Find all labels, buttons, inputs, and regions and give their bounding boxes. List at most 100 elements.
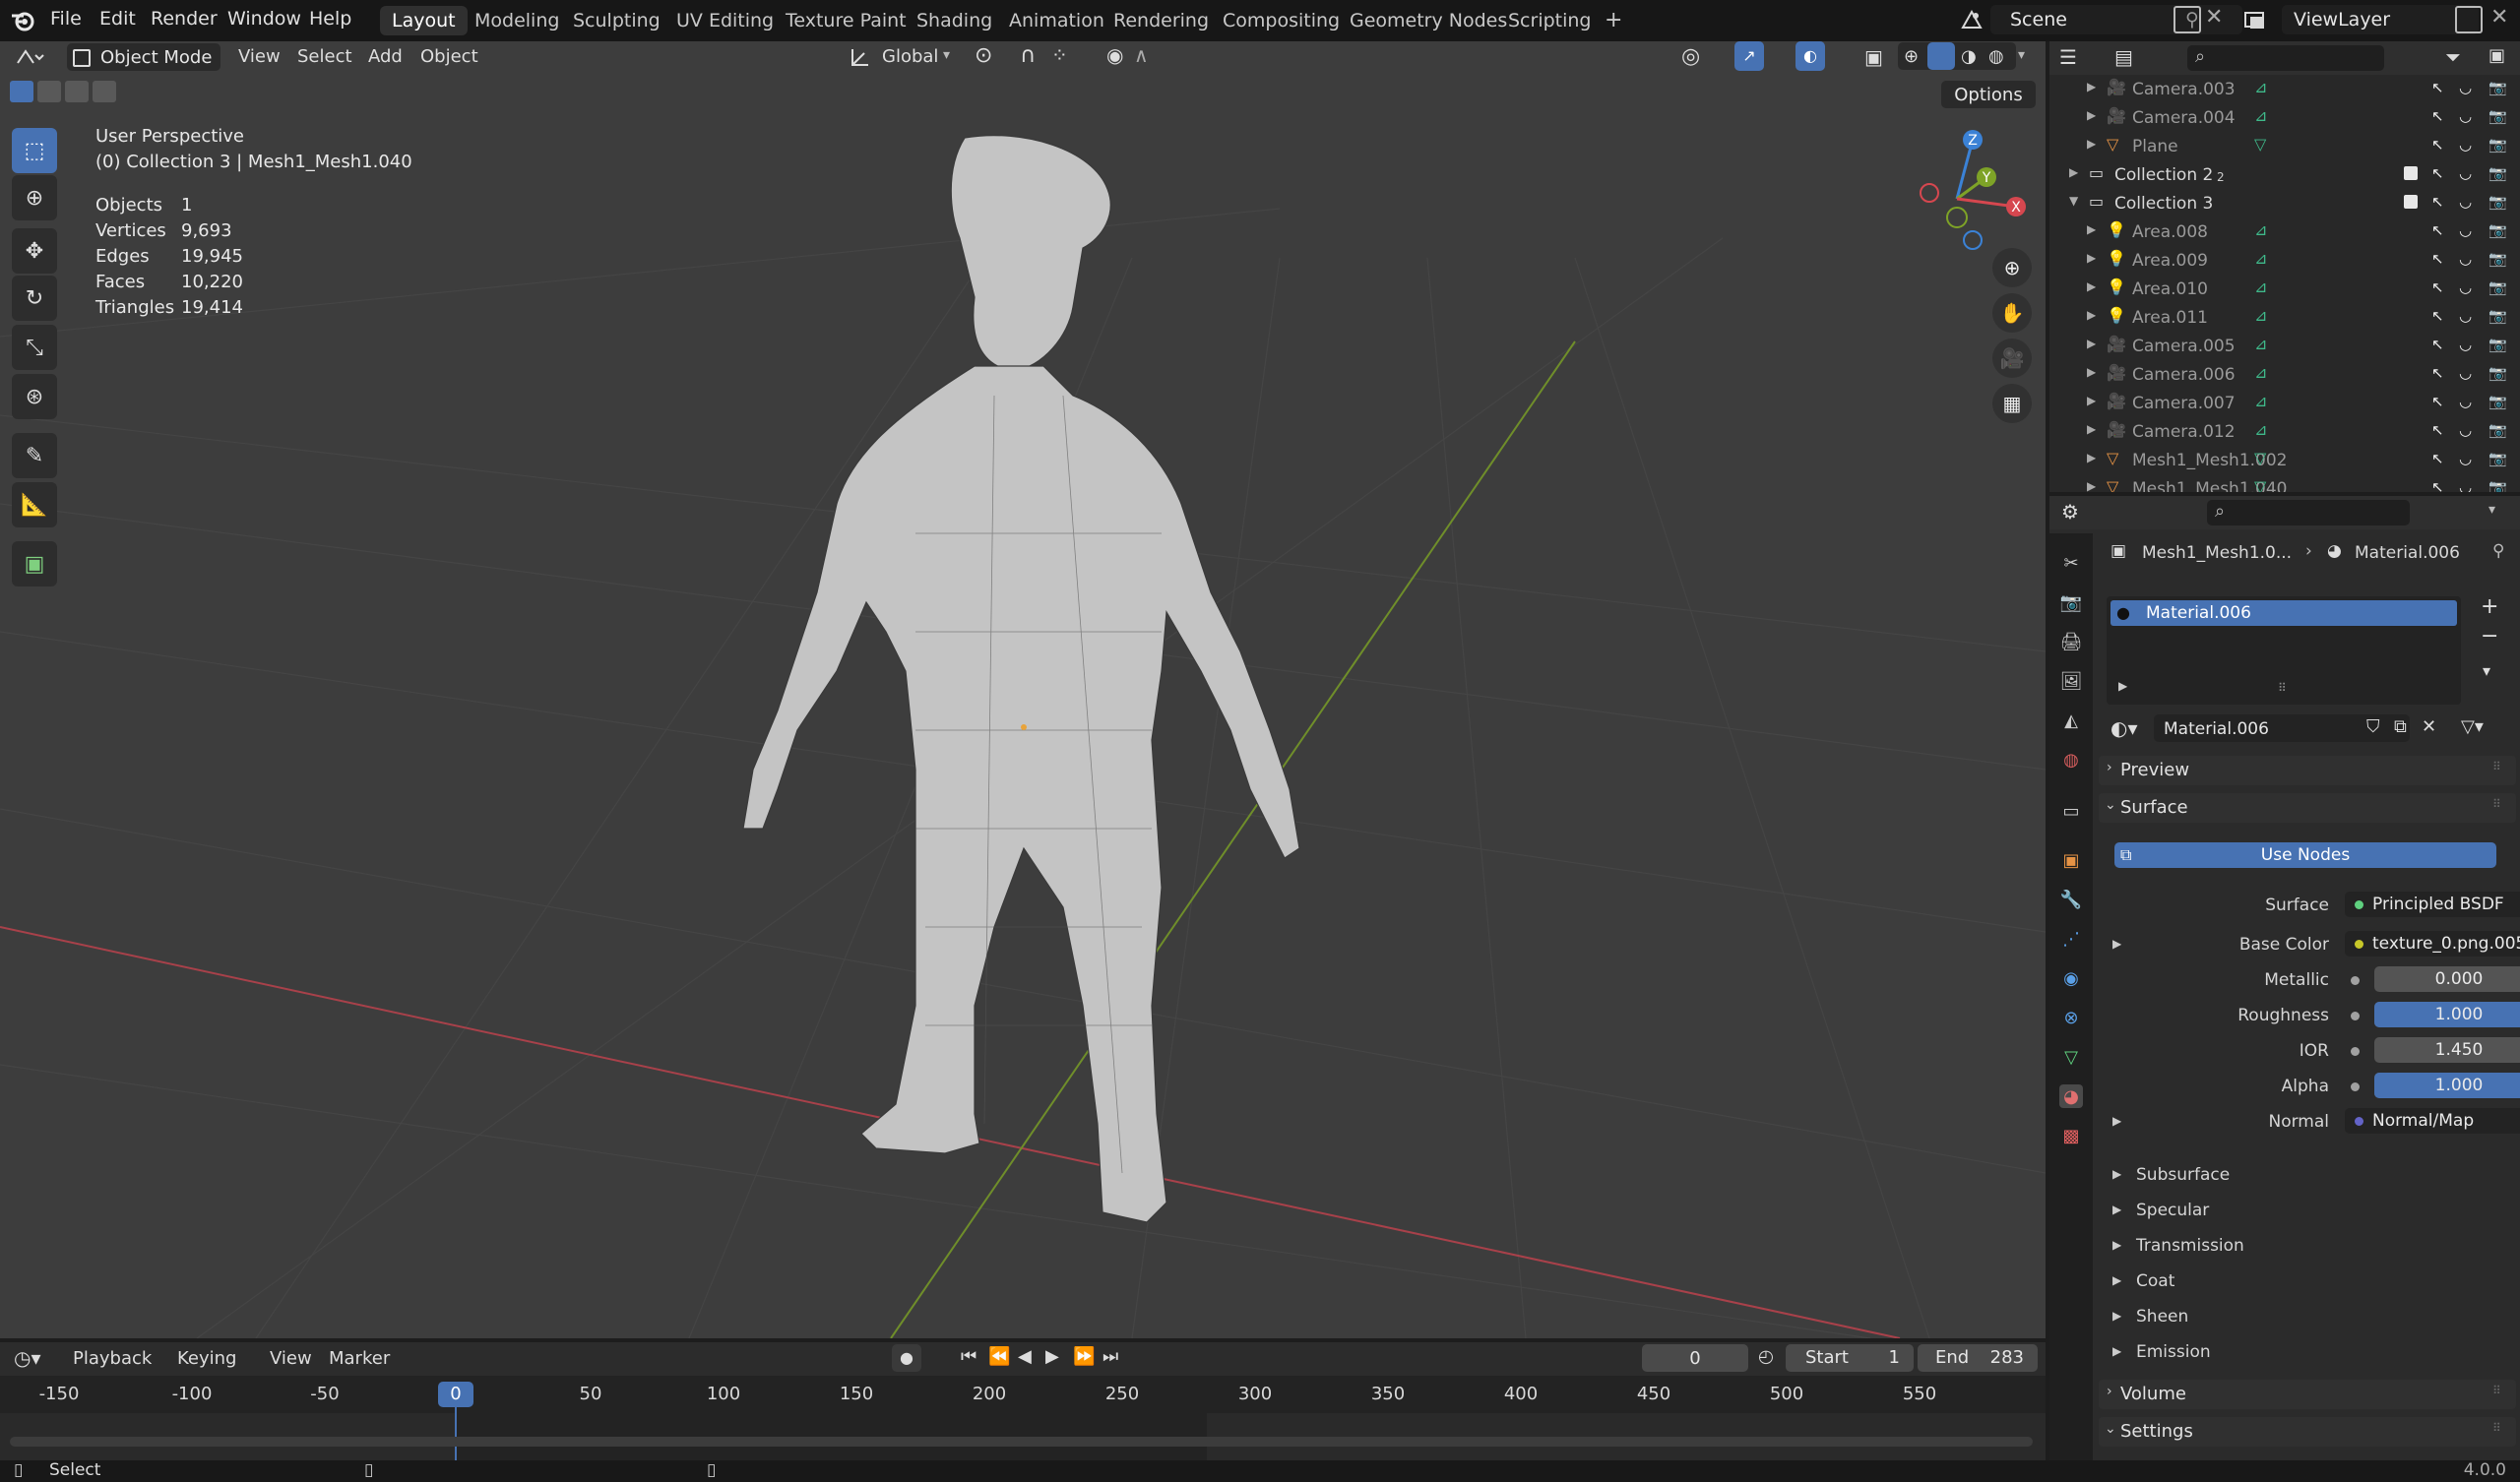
tab-scene-icon[interactable]: ◭: [2059, 709, 2083, 732]
tab-object-icon[interactable]: ▣: [2059, 848, 2083, 872]
timeline-scrollbar[interactable]: [10, 1437, 2033, 1447]
outliner-row[interactable]: ▶ 💡 Area.011 ⊿ ↖ ◡ 📷: [2049, 303, 2520, 332]
render-toggle-icon[interactable]: 📷: [2488, 164, 2507, 182]
surface-shader-field[interactable]: Principled BSDF: [2345, 892, 2520, 917]
outliner-row[interactable]: ▼ ▭ Collection 3 ↖ ◡ 📷: [2049, 189, 2520, 217]
object-data-icon[interactable]: ⊿: [2254, 363, 2267, 382]
select-toggle-icon[interactable]: ↖: [2431, 221, 2444, 239]
outliner-row[interactable]: ▶ ▽ Plane ▽ ↖ ◡ 📷: [2049, 132, 2520, 160]
material-shading-icon[interactable]: ◑: [1961, 46, 1977, 67]
tab-output-icon[interactable]: 🖨: [2059, 630, 2083, 653]
falloff-icon[interactable]: ∧: [1134, 43, 1149, 67]
outliner-row[interactable]: ▶ 🎥 Camera.007 ⊿ ↖ ◡ 📷: [2049, 389, 2520, 417]
shader-input-field[interactable]: Normal/Map: [2345, 1108, 2520, 1134]
hide-toggle-icon[interactable]: ◡: [2459, 307, 2472, 325]
outliner-search-input[interactable]: ⌕: [2187, 45, 2384, 71]
tab-animation[interactable]: Animation: [997, 6, 1116, 35]
select-toggle-icon[interactable]: ↖: [2431, 478, 2444, 492]
tab-render-icon[interactable]: 📷: [2059, 590, 2083, 614]
select-toggle-icon[interactable]: ↖: [2431, 307, 2444, 325]
hide-toggle-icon[interactable]: ◡: [2459, 478, 2472, 492]
render-toggle-icon[interactable]: 📷: [2488, 421, 2507, 439]
shader-input-field[interactable]: 1.000: [2374, 1073, 2520, 1098]
object-data-icon[interactable]: ▽: [2254, 477, 2266, 492]
shader-subpanel[interactable]: ▶ Emission: [2099, 1338, 2520, 1368]
panel-surface[interactable]: ⌄ Surface ⠿: [2099, 793, 2516, 823]
object-data-icon[interactable]: ⊿: [2254, 106, 2267, 125]
timeline-ruler[interactable]: -150 -100 -50 50 100 150 200 250 300 350 400 450 500…: [0, 1342, 2046, 1413]
input-socket-icon[interactable]: [2351, 976, 2360, 985]
input-socket-icon[interactable]: [2351, 1082, 2360, 1091]
hide-toggle-icon[interactable]: ◡: [2459, 421, 2472, 439]
blender-logo-icon[interactable]: [10, 8, 35, 33]
expand-chevron-icon[interactable]: ▶: [2087, 222, 2096, 236]
tab-texture-icon[interactable]: ▩: [2059, 1124, 2083, 1147]
render-toggle-icon[interactable]: 📷: [2488, 79, 2507, 96]
select-toggle-icon[interactable]: ↖: [2431, 250, 2444, 268]
drag-handle-icon[interactable]: ⠿: [2492, 1421, 2501, 1435]
solid-shading-icon[interactable]: [1927, 42, 1955, 70]
exclude-checkbox[interactable]: [2404, 195, 2418, 209]
hide-toggle-icon[interactable]: ◡: [2459, 250, 2472, 268]
fake-user-icon[interactable]: ⛉: [2366, 716, 2380, 737]
expand-chevron-icon[interactable]: ▶: [2087, 108, 2096, 122]
expand-chevron-icon[interactable]: ▶: [2087, 80, 2096, 93]
expand-chevron-icon[interactable]: ▶: [2087, 279, 2096, 293]
menu-object[interactable]: Object: [420, 46, 478, 67]
render-toggle-icon[interactable]: 📷: [2488, 107, 2507, 125]
select-toggle-icon[interactable]: ↖: [2431, 450, 2444, 467]
object-data-icon[interactable]: ⊿: [2254, 335, 2267, 353]
render-toggle-icon[interactable]: 📷: [2488, 478, 2507, 492]
overlays-toggle-icon[interactable]: ◐: [1796, 41, 1825, 71]
expand-chevron-icon[interactable]: ▶: [2087, 337, 2096, 350]
drag-handle-icon[interactable]: ⠿: [2492, 760, 2501, 773]
object-data-icon[interactable]: ▽: [2254, 135, 2266, 154]
slot-specials-chevron-icon[interactable]: ▾: [2483, 661, 2490, 680]
outliner-row[interactable]: ▶ ▽ Mesh1_Mesh1.040 ▽ ↖ ◡ 📷: [2049, 474, 2520, 492]
pivot-point-icon[interactable]: ⊙: [975, 43, 992, 68]
shader-input-field[interactable]: 0.000: [2374, 966, 2520, 992]
hide-toggle-icon[interactable]: ◡: [2459, 79, 2472, 96]
shading-options-chevron-icon[interactable]: ▾: [2018, 47, 2025, 63]
outliner-editor-icon[interactable]: ☰: [2059, 45, 2077, 69]
pan-button[interactable]: ✋: [1992, 293, 2032, 333]
object-data-icon[interactable]: ⊿: [2254, 306, 2267, 325]
shader-subpanel[interactable]: ▶ Coat: [2099, 1267, 2520, 1297]
input-socket-icon[interactable]: [2351, 1047, 2360, 1056]
object-data-icon[interactable]: ⊿: [2254, 278, 2267, 296]
remove-slot-icon[interactable]: −: [2481, 624, 2498, 648]
outliner-row[interactable]: ▶ 💡 Area.008 ⊿ ↖ ◡ 📷: [2049, 217, 2520, 246]
select-new-icon[interactable]: [10, 81, 33, 102]
xray-icon[interactable]: ▣: [1864, 45, 1883, 69]
playhead[interactable]: 0: [438, 1382, 473, 1407]
perspective-toggle-button[interactable]: ▦: [1992, 384, 2032, 423]
expand-chevron-icon[interactable]: ▶: [2087, 451, 2096, 464]
object-data-icon[interactable]: ⊿: [2254, 420, 2267, 439]
tool-cursor[interactable]: ⊕: [12, 175, 57, 220]
properties-editor-icon[interactable]: ⚙: [2061, 500, 2079, 524]
expand-chevron-icon[interactable]: ▶: [2087, 365, 2096, 379]
rendered-shading-icon[interactable]: ◍: [1988, 46, 2004, 67]
snap-target-icon[interactable]: ⁘: [1051, 43, 1068, 67]
panel-preview[interactable]: › Preview ⠿: [2099, 756, 2516, 785]
drag-handle-icon[interactable]: ⠿: [2492, 797, 2501, 811]
tab-tool-icon[interactable]: ✂: [2059, 551, 2083, 575]
hide-toggle-icon[interactable]: ◡: [2459, 107, 2472, 125]
tab-scripting[interactable]: Scripting: [1496, 6, 1604, 35]
hide-toggle-icon[interactable]: ◡: [2459, 278, 2472, 296]
tab-texture-paint[interactable]: Texture Paint: [774, 6, 918, 35]
pin-icon[interactable]: ⚲: [2492, 541, 2504, 561]
tool-transform[interactable]: ⊛: [12, 374, 57, 419]
tab-sculpting[interactable]: Sculpting: [561, 6, 672, 35]
shader-input-field[interactable]: 1.450: [2374, 1037, 2520, 1063]
select-extend-icon[interactable]: [37, 81, 61, 102]
panel-volume[interactable]: › Volume ⠿: [2099, 1380, 2516, 1409]
hide-toggle-icon[interactable]: ◡: [2459, 364, 2472, 382]
tab-compositing[interactable]: Compositing: [1211, 6, 1352, 35]
input-socket-icon[interactable]: [2351, 1012, 2360, 1020]
tool-scale[interactable]: ⤡: [12, 325, 57, 370]
hide-toggle-icon[interactable]: ◡: [2459, 336, 2472, 353]
tab-shading[interactable]: Shading: [905, 6, 1004, 35]
expand-chevron-icon[interactable]: ▶: [2087, 394, 2096, 407]
proportional-edit-icon[interactable]: ◉: [1106, 43, 1123, 67]
